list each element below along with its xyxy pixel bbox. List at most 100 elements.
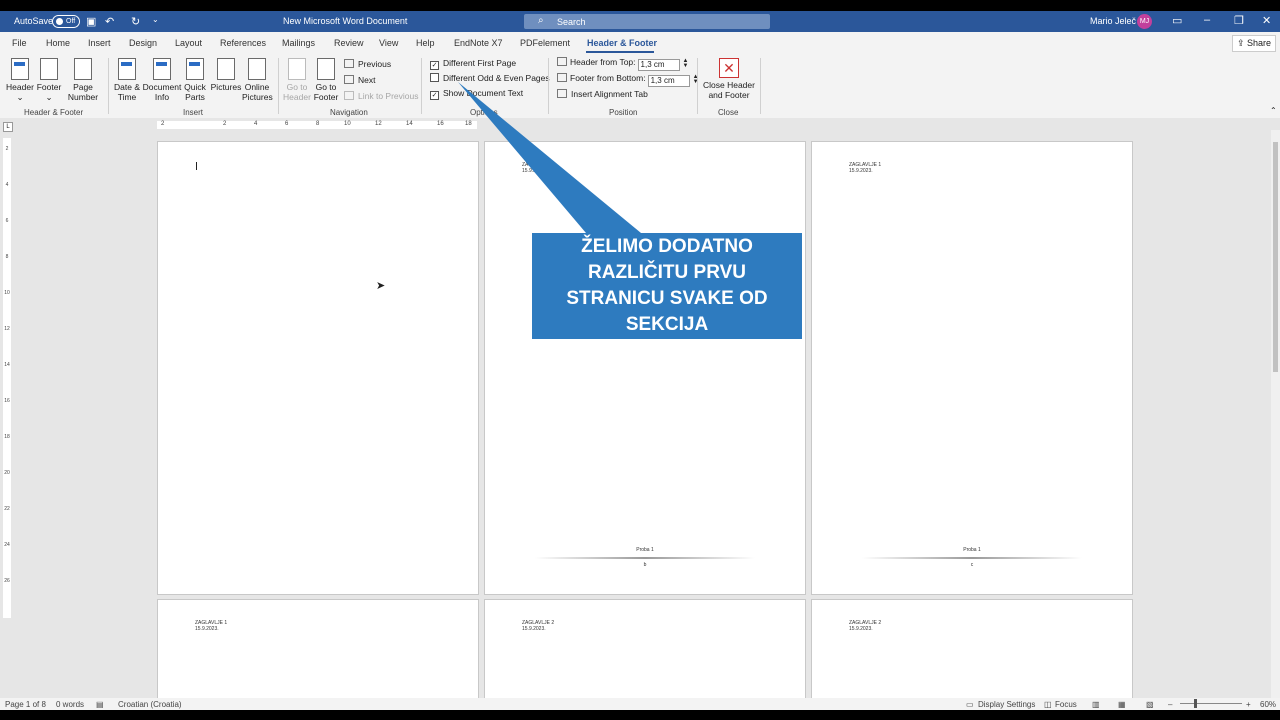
redo-icon[interactable]: ↻ — [131, 15, 140, 28]
zoom-level[interactable]: 60% — [1260, 700, 1276, 709]
share-button[interactable]: ⇪ Share — [1232, 35, 1276, 52]
tab-endnote[interactable]: EndNote X7 — [454, 38, 503, 48]
page-header[interactable]: ZAGLAVLJE 2 15.9.2023. — [849, 620, 881, 632]
autosave-toggle[interactable]: Off — [52, 15, 80, 28]
page-4[interactable]: ZAGLAVLJE 1 15.9.2023. — [157, 599, 479, 698]
header-from-top-row: Header from Top: 1,3 cm ▲ ▼ — [557, 57, 688, 71]
tab-layout[interactable]: Layout — [175, 38, 202, 48]
read-mode-icon[interactable]: ▥ — [1092, 700, 1100, 709]
next-button[interactable]: Next — [344, 75, 375, 85]
focus-button[interactable]: Focus — [1055, 700, 1077, 709]
page-header[interactable]: ZAGLAVLJE 115.9.2023. — [849, 162, 881, 174]
next-icon — [344, 75, 354, 84]
page-5[interactable]: ZAGLAVLJE 2 15.9.2023. — [484, 599, 806, 698]
ribbon-tabs: File Home Insert Design Layout Reference… — [0, 32, 1280, 54]
tab-review[interactable]: Review — [334, 38, 364, 48]
page-count[interactable]: Page 1 of 8 — [5, 700, 46, 709]
close-header-footer-button[interactable]: ✕ Close Header and Footer — [702, 58, 756, 100]
scrollbar-thumb[interactable] — [1273, 142, 1278, 372]
page-number-icon — [74, 58, 92, 80]
page-number-button[interactable]: Page Number — [64, 58, 102, 102]
ribbon-display-icon[interactable]: ▭ — [1172, 14, 1182, 27]
footer-letter[interactable]: c — [812, 562, 1132, 568]
tab-header-footer[interactable]: Header & Footer — [587, 38, 657, 48]
header-from-top-input[interactable]: 1,3 cm — [637, 59, 680, 71]
avatar[interactable]: MJ — [1137, 14, 1152, 29]
vertical-scrollbar[interactable] — [1271, 130, 1280, 698]
go-to-footer-button[interactable]: Go to Footer — [312, 58, 340, 102]
proofing-icon[interactable]: ▤ — [96, 700, 104, 709]
chevron-down-icon: ⌄ — [45, 92, 53, 102]
tab-pdfelement[interactable]: PDFelement — [520, 38, 570, 48]
footer-letter[interactable]: b — [485, 562, 805, 568]
go-to-header-icon — [288, 58, 306, 80]
user-name[interactable]: Mario Jeleč — [1090, 16, 1136, 26]
display-settings[interactable]: Display Settings — [978, 700, 1035, 709]
date-time-button[interactable]: Date & Time — [112, 58, 142, 102]
document-title[interactable]: New Microsoft Word Document — [283, 16, 407, 26]
page-3[interactable]: ZAGLAVLJE 1 15.9.2023. Proba 1 c — [811, 141, 1133, 595]
document-info-icon — [153, 58, 171, 80]
search-placeholder: Search — [557, 17, 586, 27]
footer-label[interactable]: Proba 1 — [485, 547, 805, 553]
previous-icon — [344, 59, 354, 68]
word-count[interactable]: 0 words — [56, 700, 84, 709]
print-layout-icon[interactable]: ▦ — [1118, 700, 1126, 709]
restore-icon[interactable]: ❐ — [1234, 14, 1244, 27]
search-icon: ⌕ — [538, 15, 544, 26]
group-divider — [697, 58, 698, 114]
page-header[interactable]: ZAGLAVLJE 115.9.2023. — [195, 620, 227, 632]
group-divider — [421, 58, 422, 114]
zoom-slider[interactable] — [1180, 703, 1242, 704]
close-icon[interactable]: ✕ — [1262, 14, 1271, 27]
page-1[interactable] — [157, 141, 479, 595]
link-to-previous-button[interactable]: Link to Previous — [344, 91, 418, 101]
group-divider — [278, 58, 279, 114]
pictures-button[interactable]: Pictures — [210, 58, 242, 92]
search-box[interactable]: ⌕ Search — [524, 14, 770, 29]
page-6[interactable]: ZAGLAVLJE 2 15.9.2023. — [811, 599, 1133, 698]
tab-selector[interactable]: L — [3, 122, 13, 132]
group-divider — [108, 58, 109, 114]
tab-insert[interactable]: Insert — [88, 38, 111, 48]
annotation-callout: ŽELIMO DODATNO RAZLIČITU PRVU STRANICU S… — [532, 233, 802, 339]
previous-button[interactable]: Previous — [344, 59, 391, 69]
vertical-ruler[interactable]: 2 4 6 8 10 12 14 16 18 20 22 24 26 — [3, 138, 11, 618]
share-icon: ⇪ — [1236, 38, 1247, 48]
different-first-page-checkbox[interactable]: ✓ Different First Page — [430, 58, 516, 70]
horizontal-ruler[interactable]: 2 2 4 6 8 10 12 14 16 18 — [157, 121, 477, 129]
footer-button[interactable]: Footer ⌄ — [35, 58, 63, 102]
tab-design[interactable]: Design — [129, 38, 157, 48]
zoom-slider-thumb[interactable] — [1194, 699, 1197, 708]
footer-label[interactable]: Proba 1 — [812, 547, 1132, 553]
minimize-icon[interactable]: – — [1204, 14, 1210, 26]
tab-help[interactable]: Help — [416, 38, 435, 48]
header-button[interactable]: Header ⌄ — [6, 58, 34, 102]
tab-file[interactable]: File — [12, 38, 27, 48]
quick-parts-button[interactable]: Quick Parts — [181, 58, 209, 102]
status-bar: Page 1 of 8 0 words ▤ Croatian (Croatia)… — [0, 698, 1280, 710]
online-pictures-button[interactable]: Online Pictures — [242, 58, 273, 102]
tab-home[interactable]: Home — [46, 38, 70, 48]
display-settings-icon: ▭ — [966, 700, 974, 709]
page-header[interactable]: ZAGLAVLJE 2 15.9.2023. — [522, 620, 554, 632]
document-info-button[interactable]: Document Info — [142, 58, 182, 102]
footer-divider — [862, 557, 1082, 559]
undo-icon[interactable]: ↶ — [105, 15, 114, 28]
language[interactable]: Croatian (Croatia) — [118, 700, 182, 709]
autosave-label: AutoSave — [14, 16, 54, 26]
tab-view[interactable]: View — [379, 38, 398, 48]
footer-icon — [40, 58, 58, 80]
zoom-in-icon[interactable]: + — [1246, 700, 1251, 709]
web-layout-icon[interactable]: ▧ — [1146, 700, 1154, 709]
customize-qat-icon[interactable]: ⌄ — [152, 15, 159, 24]
go-to-header-button[interactable]: Go to Header — [283, 58, 311, 102]
picture-icon — [217, 58, 235, 80]
save-icon[interactable]: ▣ — [86, 15, 96, 28]
collapse-ribbon-icon[interactable]: ⌃ — [1270, 106, 1277, 115]
checkmark-icon: ✓ — [430, 91, 439, 100]
tab-references[interactable]: References — [220, 38, 266, 48]
zoom-out-icon[interactable]: – — [1168, 700, 1172, 709]
tab-mailings[interactable]: Mailings — [282, 38, 315, 48]
spin-arrows-icon[interactable]: ▲ ▼ — [683, 58, 689, 69]
